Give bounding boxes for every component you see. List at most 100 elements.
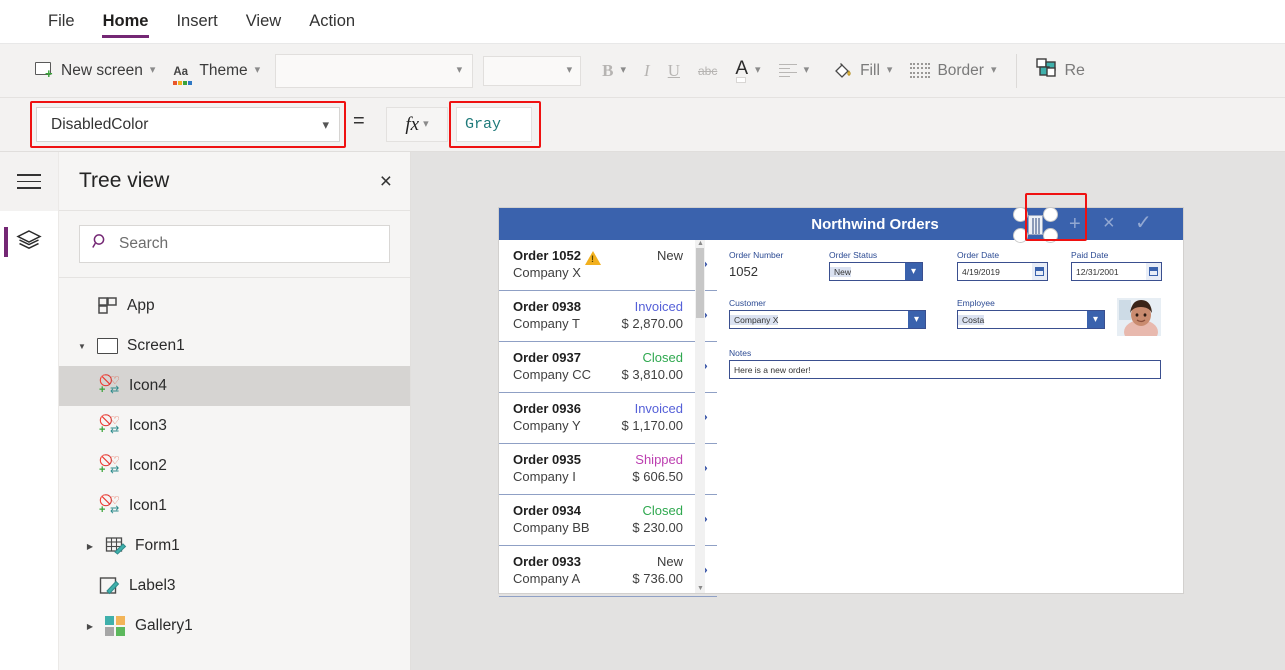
chevron-down-icon: ▾: [423, 118, 429, 130]
gallery-row[interactable]: Order 0933New Company A$ 736.00 ›: [499, 546, 717, 597]
strikethrough-button[interactable]: abc: [689, 51, 726, 91]
twisty-expanded-icon[interactable]: ▼: [75, 342, 89, 351]
fill-button[interactable]: Fill ▾: [824, 51, 901, 91]
gallery-row[interactable]: Order 0934Closed Company BB$ 230.00 ›: [499, 495, 717, 546]
chevron-down-icon[interactable]: ▾: [1087, 311, 1104, 328]
notes-input[interactable]: Here is a new order!: [729, 360, 1161, 379]
menu-label: Home: [102, 12, 149, 30]
scroll-down-icon[interactable]: ▼: [697, 585, 704, 592]
menu-item-view[interactable]: View: [232, 0, 295, 44]
order-number: Order 0938: [513, 299, 581, 314]
menu-item-home[interactable]: Home: [89, 0, 163, 44]
underline-icon: U: [667, 60, 680, 80]
hamburger-button[interactable]: [0, 152, 58, 211]
menu-label: View: [245, 12, 282, 30]
italic-icon: I: [644, 60, 650, 80]
new-screen-button[interactable]: + New screen ▾: [26, 51, 164, 91]
tree-item-label: Icon3: [129, 417, 167, 434]
tree-item-label: Label3: [129, 577, 176, 594]
paid-date-input[interactable]: 12/31/2001: [1071, 262, 1162, 281]
rail-item-tree-view[interactable]: [0, 211, 58, 273]
theme-button[interactable]: Aa Theme ▾: [164, 51, 269, 91]
paid-date-value: 12/31/2001: [1076, 266, 1119, 277]
bold-button[interactable]: B ▾: [593, 51, 635, 91]
property-select[interactable]: DisabledColor ▾: [36, 107, 340, 142]
tree-item-icon4[interactable]: 🚫 ♡ + ⇄ Icon4: [59, 366, 410, 406]
tree-item-screen1[interactable]: ▼ Screen1: [59, 326, 410, 366]
border-label: Border: [937, 61, 984, 79]
order-gallery[interactable]: Order 1052New Company X › Order 0938Invo…: [499, 208, 717, 597]
order-status-label: Order Status: [829, 250, 878, 260]
property-select-value: DisabledColor: [51, 115, 149, 133]
font-size-select[interactable]: ▾: [483, 55, 582, 86]
chevron-down-icon: ▾: [990, 64, 997, 76]
order-amount: $ 2,870.00: [621, 316, 683, 331]
formula-value: Gray: [465, 116, 502, 133]
resize-handle-top-right[interactable]: [1043, 207, 1058, 222]
employee-dropdown[interactable]: Costa ▾: [957, 310, 1105, 329]
tree-item-icon1[interactable]: 🚫 ♡ + ⇄ Icon1: [59, 486, 410, 526]
order-status-dropdown[interactable]: New ▾: [829, 262, 923, 281]
font-family-select[interactable]: ▾: [275, 53, 474, 88]
gallery-row[interactable]: Order 0935Shipped Company I$ 606.50 ›: [499, 444, 717, 495]
chevron-down-icon[interactable]: ▾: [905, 263, 922, 280]
resize-handle-bottom-left[interactable]: [1013, 228, 1028, 243]
gallery-scrollbar[interactable]: ▲ ▼: [695, 240, 705, 593]
order-amount: $ 606.50: [632, 469, 683, 484]
gallery-row[interactable]: Order 0937Closed Company CC$ 3,810.00 ›: [499, 342, 717, 393]
save-icon[interactable]: ✓: [1135, 213, 1152, 233]
search-input[interactable]: Search: [79, 225, 390, 263]
chevron-down-icon: ▾: [566, 64, 573, 76]
tree-item-icon3[interactable]: 🚫 ♡ + ⇄ Icon3: [59, 406, 410, 446]
menu-item-file[interactable]: File: [34, 0, 89, 44]
icon-icon: 🚫 ♡ + ⇄: [99, 455, 120, 476]
tree-item-form1[interactable]: ▶ Form1: [59, 526, 410, 566]
selected-icon[interactable]: [1028, 215, 1043, 235]
order-company: Company T: [513, 316, 580, 331]
reorder-button[interactable]: Re: [1027, 51, 1094, 91]
chevron-down-icon[interactable]: ▾: [908, 311, 925, 328]
add-icon[interactable]: +: [1069, 214, 1081, 234]
resize-handle-top-left[interactable]: [1013, 207, 1028, 222]
selected-control-handles[interactable]: [1013, 207, 1059, 243]
order-number: Order 0937: [513, 350, 581, 365]
tree-item-label3[interactable]: Label3: [59, 566, 410, 606]
gallery-row[interactable]: Order 0936Invoiced Company Y$ 1,170.00 ›: [499, 393, 717, 444]
screen-icon: [97, 336, 119, 356]
menu-item-action[interactable]: Action: [295, 0, 369, 44]
fx-button[interactable]: fx ▾: [386, 107, 448, 142]
gallery-row[interactable]: Order 1052New Company X ›: [499, 240, 717, 291]
tree-item-gallery1[interactable]: ▶ Gallery1: [59, 606, 410, 646]
twisty-collapsed-icon[interactable]: ▶: [83, 542, 97, 551]
tree-item-icon2[interactable]: 🚫 ♡ + ⇄ Icon2: [59, 446, 410, 486]
formula-input[interactable]: Gray: [456, 107, 532, 142]
order-amount: $ 736.00: [632, 571, 683, 586]
scrollbar-thumb[interactable]: [696, 248, 704, 318]
app-screen-preview: Order 1052New Company X › Order 0938Invo…: [499, 207, 1183, 597]
scroll-up-icon[interactable]: ▲: [697, 240, 704, 247]
font-color-button[interactable]: A ▾: [726, 51, 769, 91]
toolbar-divider: [1015, 53, 1017, 88]
italic-button[interactable]: I: [635, 51, 659, 91]
calendar-icon[interactable]: [1146, 263, 1161, 280]
customer-dropdown[interactable]: Company X ▾: [729, 310, 926, 329]
close-icon[interactable]: ×: [380, 171, 392, 192]
menu-item-insert[interactable]: Insert: [162, 0, 231, 44]
order-amount: $ 1,170.00: [621, 418, 683, 433]
border-icon: [910, 62, 931, 79]
calendar-icon[interactable]: [1032, 263, 1047, 280]
order-company: Company X: [513, 265, 581, 280]
order-number: Order 1052: [513, 248, 581, 263]
resize-handle-bottom-right[interactable]: [1043, 228, 1058, 243]
align-button[interactable]: ▾: [770, 51, 819, 91]
twisty-collapsed-icon[interactable]: ▶: [83, 622, 97, 631]
cancel-icon[interactable]: ×: [1103, 213, 1115, 233]
tree-item-app[interactable]: App: [59, 286, 410, 326]
notes-value: Here is a new order!: [734, 364, 811, 375]
border-button[interactable]: Border ▾: [901, 51, 1005, 91]
gallery-row[interactable]: Order 0938Invoiced Company T$ 2,870.00 ›: [499, 291, 717, 342]
underline-button[interactable]: U: [659, 51, 689, 91]
order-date-input[interactable]: 4/19/2019: [957, 262, 1048, 281]
icon-icon: 🚫 ♡ + ⇄: [99, 375, 120, 396]
page-title: Tree view: [79, 169, 170, 192]
